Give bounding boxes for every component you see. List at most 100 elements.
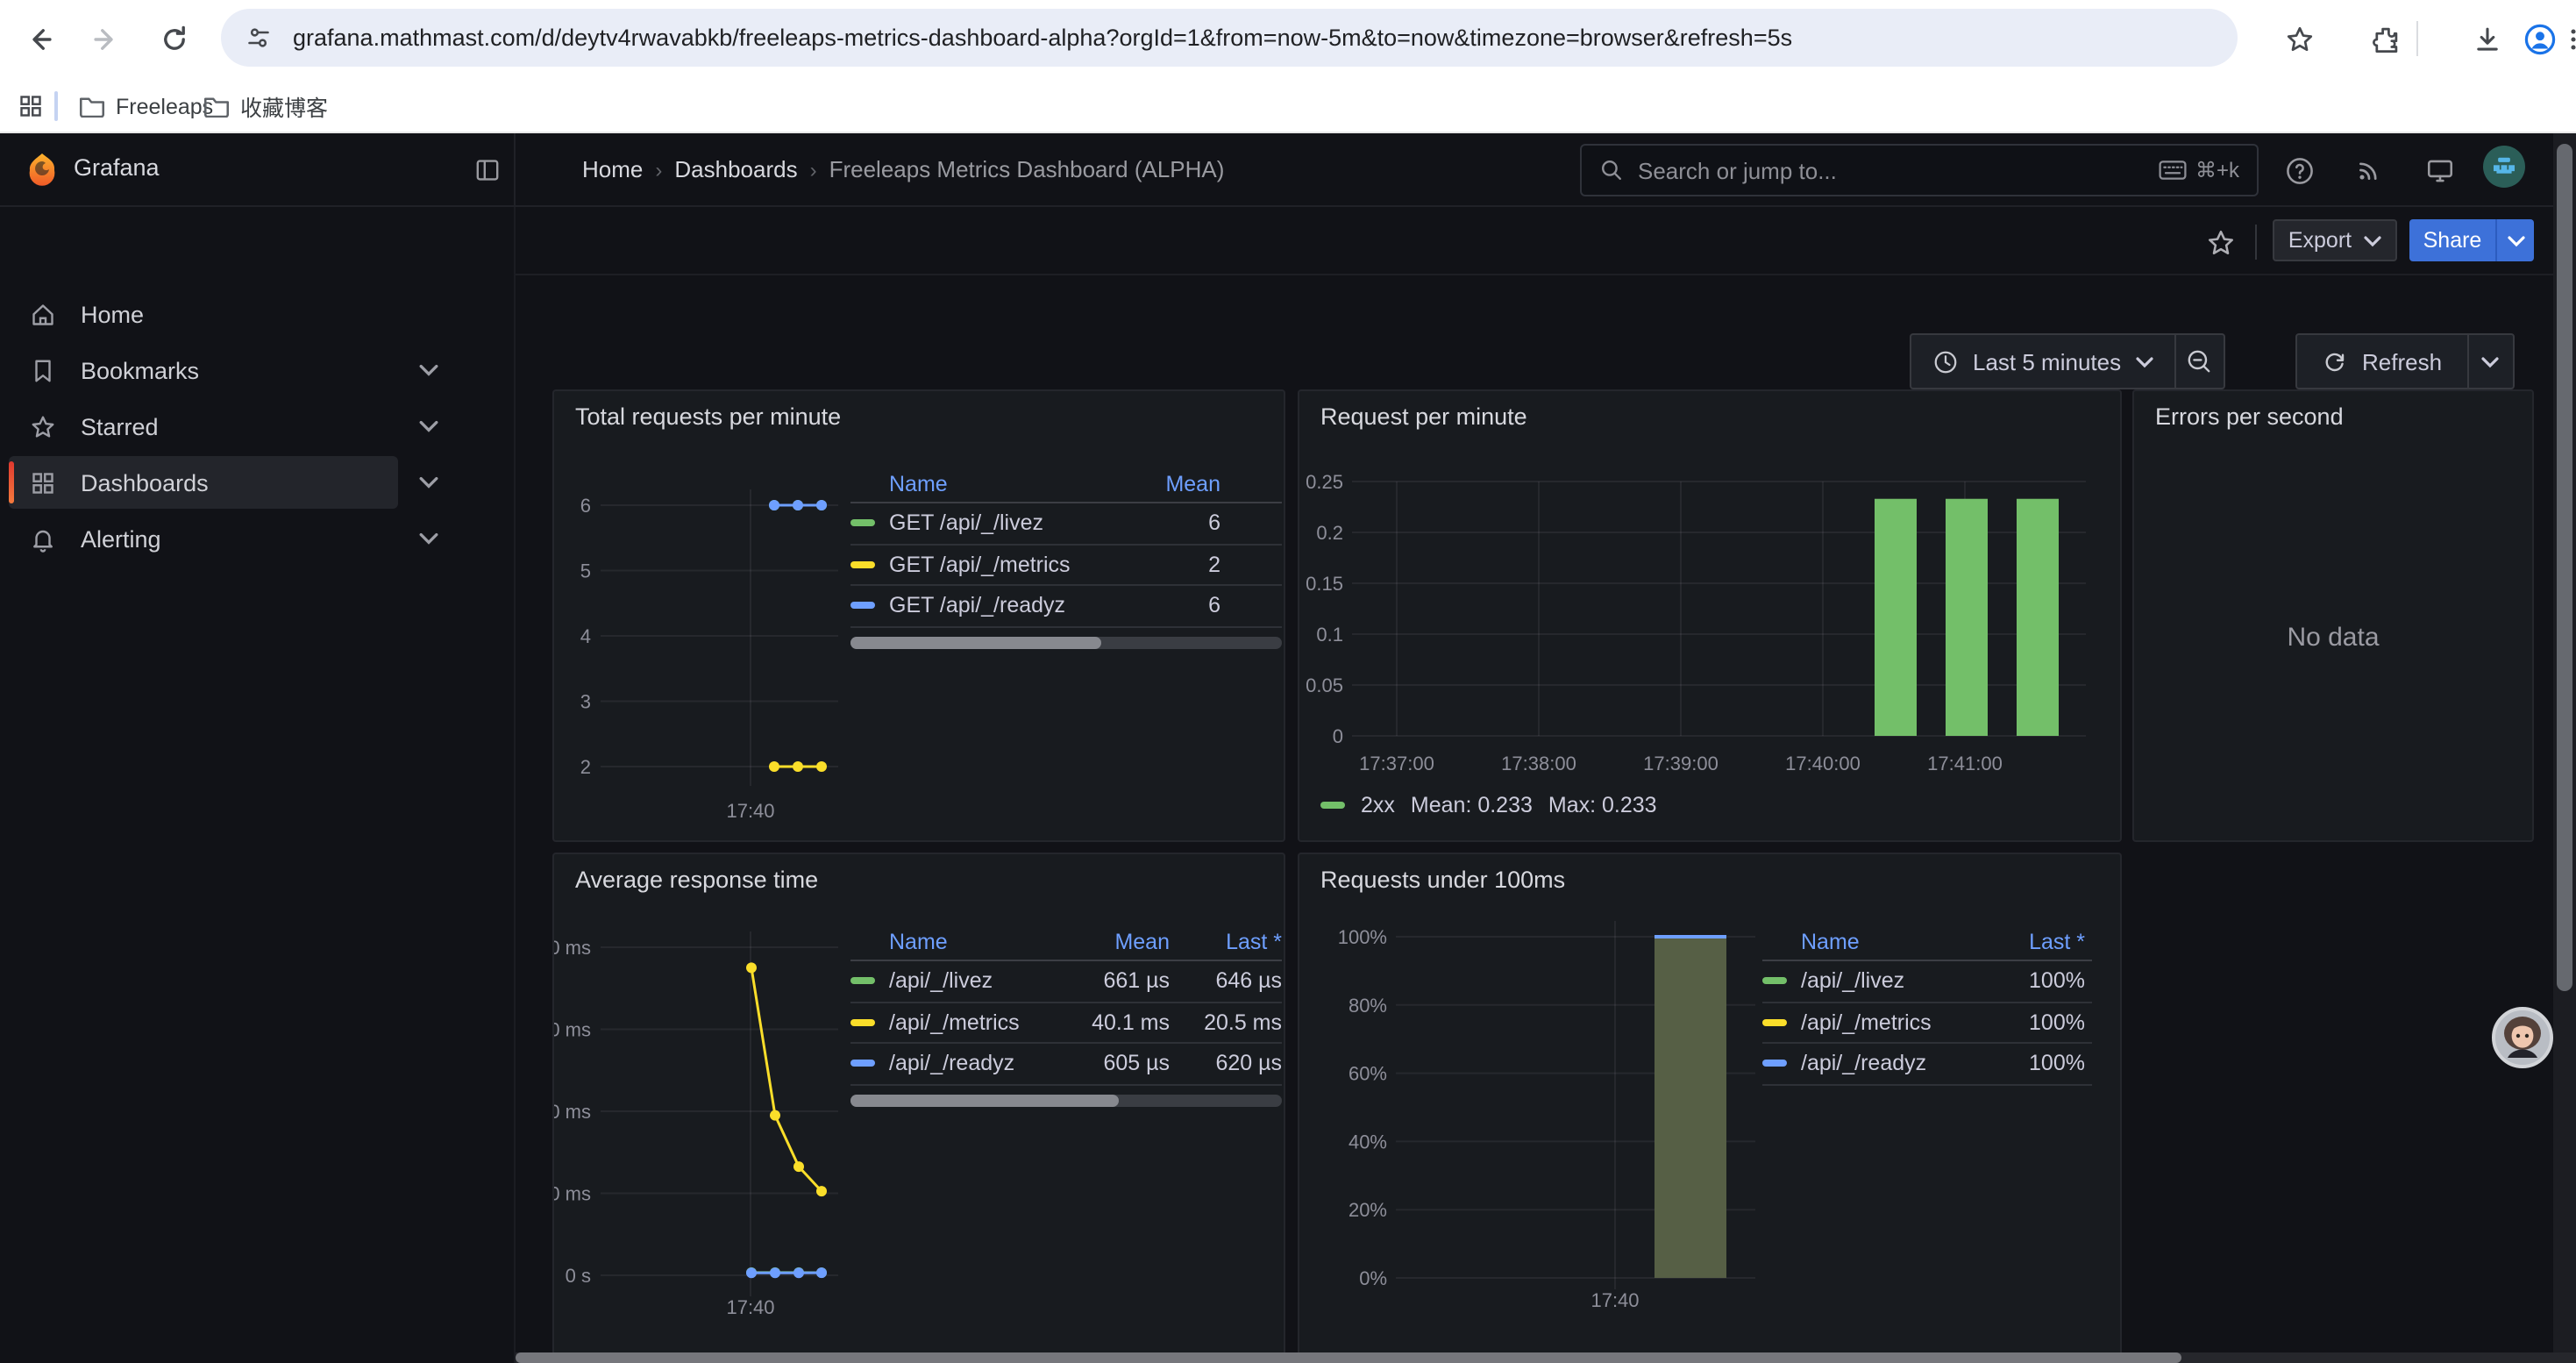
forward-icon[interactable] xyxy=(86,19,125,58)
share-button-group: Share xyxy=(2409,219,2534,261)
series-color-pill xyxy=(1762,1060,1787,1067)
sidebar-button-dashboards[interactable]: Dashboards xyxy=(9,456,398,509)
actions-divider xyxy=(2255,225,2257,260)
downloads-icon[interactable] xyxy=(2467,19,2506,58)
legend-header-name[interactable]: Name xyxy=(1762,929,2011,953)
svg-text:20 ms: 20 ms xyxy=(554,1183,591,1205)
brand-name: Grafana xyxy=(74,154,160,181)
legend-row[interactable]: GET /api/_/metrics2 xyxy=(850,545,1282,586)
expand-chevron-icon[interactable] xyxy=(414,356,442,384)
legend-row[interactable]: /api/_/readyz100% xyxy=(1762,1044,2092,1085)
series-color-pill xyxy=(850,1019,875,1026)
series-mean-value: 661 µs xyxy=(1078,969,1170,994)
sidebar-item-starred: Starred xyxy=(0,400,516,453)
sidebar-item-label: Home xyxy=(81,301,144,327)
export-button[interactable]: Export xyxy=(2273,219,2397,261)
back-icon[interactable] xyxy=(19,19,58,58)
sidebar-item-label: Starred xyxy=(81,413,159,439)
legend-row[interactable]: /api/_/livez661 µs646 µs xyxy=(850,961,1282,1003)
refresh-icon xyxy=(2322,348,2348,375)
user-avatar[interactable] xyxy=(2483,146,2525,188)
series-mean-value: 6 xyxy=(1115,511,1220,536)
series-name: /api/_/livez xyxy=(1801,969,1904,994)
series-name: GET /api/_/readyz xyxy=(889,594,1065,618)
expand-chevron-icon[interactable] xyxy=(414,412,442,440)
share-menu-button[interactable] xyxy=(2495,219,2534,261)
bookmark-folder-blogs[interactable]: 收藏博客 xyxy=(203,88,328,125)
legend-hscrollbar-track[interactable] xyxy=(850,1094,1282,1106)
legend-header-mean[interactable]: Mean xyxy=(1115,471,1220,496)
legend-row[interactable]: /api/_/metrics40.1 ms20.5 ms xyxy=(850,1003,1282,1044)
series-last-value: 100% xyxy=(2011,969,2085,994)
favorite-star-icon[interactable] xyxy=(2199,221,2241,263)
sidebar-item-home: Home xyxy=(0,288,516,340)
legend-header-name[interactable]: Name xyxy=(850,929,1078,953)
sidebar-button-bookmarks[interactable]: Bookmarks xyxy=(9,344,398,396)
breadcrumb-dashboards[interactable]: Dashboards xyxy=(674,156,797,182)
expand-chevron-icon[interactable] xyxy=(414,525,442,553)
bookmarks-bar: Freeleaps 收藏博客 xyxy=(0,77,2576,133)
chart-legend[interactable]: 2xx Mean: 0.233 Max: 0.233 xyxy=(1320,793,1657,817)
series-mean-value: 6 xyxy=(1115,594,1220,618)
apps-grid-icon[interactable] xyxy=(11,86,49,125)
reload-icon[interactable] xyxy=(154,19,193,58)
series-last-value: 646 µs xyxy=(1170,969,1282,994)
series-mean: Mean: 0.233 xyxy=(1411,793,1533,817)
bookmark-folder-freeleaps[interactable]: Freeleaps xyxy=(79,88,213,125)
legend-row[interactable]: GET /api/_/livez6 xyxy=(850,503,1282,545)
sidebar-button-starred[interactable]: Starred xyxy=(9,400,398,453)
zoom-out-button[interactable] xyxy=(2174,335,2223,388)
grafana-top-nav: Grafana Home › Dashboards › Freeleaps Me… xyxy=(0,133,2576,207)
dock-menu-icon[interactable] xyxy=(473,156,502,193)
search-input[interactable]: Search or jump to... ⌘+k xyxy=(1580,144,2259,196)
folder-icon xyxy=(79,95,105,118)
help-icon[interactable] xyxy=(2278,149,2320,191)
share-button[interactable]: Share xyxy=(2409,219,2495,261)
refresh-button[interactable]: Refresh xyxy=(2297,335,2466,388)
grafana-logo[interactable] xyxy=(25,153,60,196)
breadcrumb-home[interactable]: Home xyxy=(582,156,643,182)
page-scrollbar-track[interactable] xyxy=(2553,133,2576,1363)
legend-header-name[interactable]: Name xyxy=(850,471,1115,496)
svg-text:40 ms: 40 ms xyxy=(554,1101,591,1123)
sidebar-item-dashboards: Dashboards xyxy=(0,456,516,509)
assistant-avatar[interactable] xyxy=(2492,1007,2553,1068)
kiosk-monitor-icon[interactable] xyxy=(2418,149,2460,191)
url-bar[interactable]: grafana.mathmast.com/d/deytv4rwavabkb/fr… xyxy=(221,9,2238,67)
extensions-icon[interactable] xyxy=(2366,19,2404,58)
sidebar-button-home[interactable]: Home xyxy=(9,288,398,340)
page-scrollbar-thumb[interactable] xyxy=(2557,144,2572,991)
svg-text:40%: 40% xyxy=(1348,1131,1387,1152)
sidebar-button-alerting[interactable]: Alerting xyxy=(9,512,398,565)
refresh-button-group: Refresh xyxy=(2295,333,2514,389)
legend-row[interactable]: GET /api/_/readyz 6 xyxy=(850,586,1282,627)
clock-icon xyxy=(1932,348,1959,375)
legend-hscrollbar-thumb[interactable] xyxy=(850,1094,1118,1106)
breadcrumb-sep: › xyxy=(643,157,674,182)
legend-header-last[interactable]: Last * xyxy=(2011,929,2085,953)
search-shortcut: ⌘+k xyxy=(2159,158,2239,182)
sidebar-nav: Home Bookmarks Starred DashboardsAlerting xyxy=(0,207,516,1363)
legend-header-mean[interactable]: Mean xyxy=(1078,929,1170,953)
legend-hscrollbar-thumb[interactable] xyxy=(850,636,1100,648)
horizontal-scrollbar-thumb[interactable] xyxy=(516,1352,2181,1363)
bookmark-star-icon[interactable] xyxy=(2280,19,2318,58)
legend-row[interactable]: /api/_/readyz605 µs620 µs xyxy=(850,1044,1282,1085)
series-color-pill xyxy=(1762,1019,1787,1026)
legend-header-last[interactable]: Last * xyxy=(1170,929,1282,953)
legend-row[interactable]: /api/_/metrics100% xyxy=(1762,1003,2092,1044)
panel-errors-per-second: Errors per second No data xyxy=(2132,389,2534,842)
news-rss-icon[interactable] xyxy=(2348,149,2390,191)
series-name: /api/_/readyz xyxy=(1801,1052,1926,1076)
panel-request-per-minute: Request per minute 0.250.20.150.10.05017… xyxy=(1298,389,2122,842)
time-range-picker[interactable]: Last 5 minutes xyxy=(1911,335,2174,388)
refresh-interval-button[interactable] xyxy=(2466,335,2512,388)
menu-kebab-icon[interactable] xyxy=(2553,19,2576,58)
horizontal-scrollbar-track[interactable] xyxy=(516,1352,2576,1363)
legend-row[interactable]: /api/_/livez 100% xyxy=(1762,961,2092,1003)
legend-hscrollbar-track[interactable] xyxy=(850,636,1282,648)
svg-text:0: 0 xyxy=(1333,725,1343,747)
expand-chevron-icon[interactable] xyxy=(414,468,442,496)
site-settings-icon[interactable] xyxy=(246,25,272,51)
panel-title[interactable]: Errors per second xyxy=(2155,403,2344,430)
